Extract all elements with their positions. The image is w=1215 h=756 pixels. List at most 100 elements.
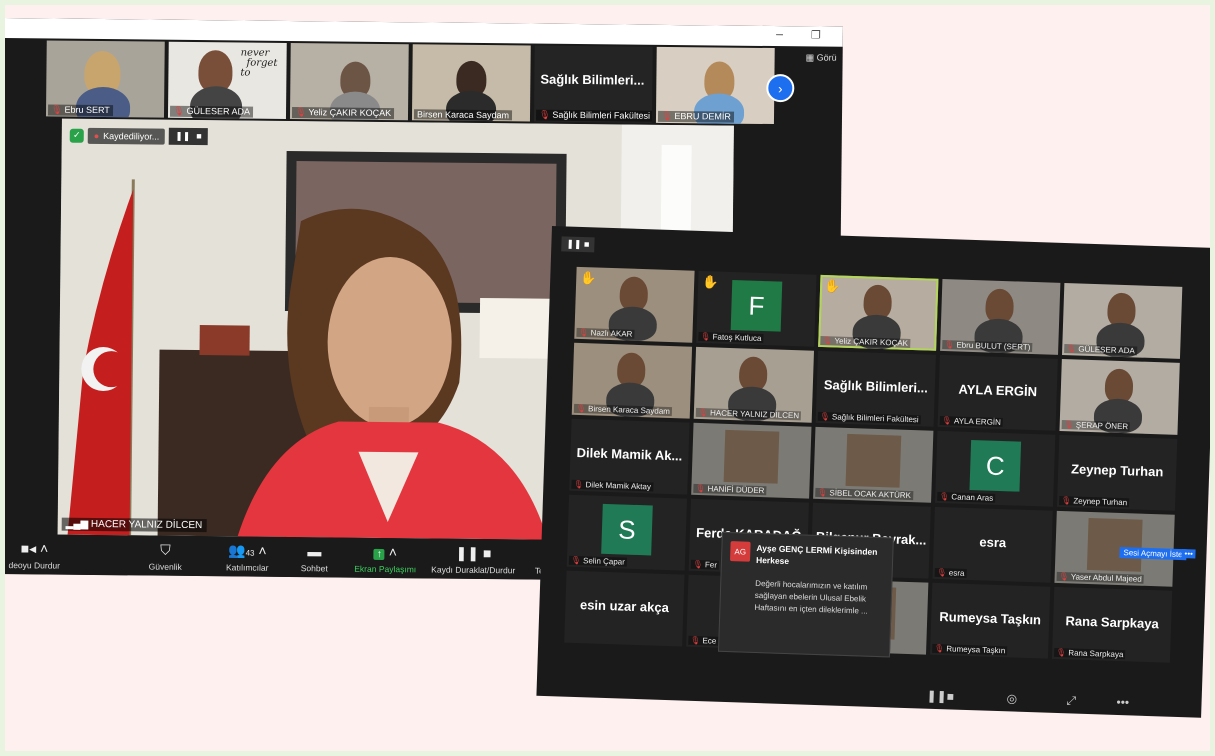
participant-tile[interactable]: Rumeysa Taşkın 🎙 Rumeysa Taşkın [929, 582, 1051, 659]
participant-name: 🎙 SİBEL OCAK AKTÜRK [815, 487, 914, 501]
participant-name: 🎙 Selin Çapar [568, 555, 628, 567]
more-icon[interactable]: ••• [1116, 695, 1129, 709]
participant-name: 🎙 esra [934, 567, 967, 578]
gallery-toolbar: ❚❚■ ◎ ⤢ ••• [536, 676, 1201, 718]
participant-name: 🎙 Fer [690, 559, 720, 570]
mic-muted-icon: 🎙 [817, 487, 828, 498]
poster-text: never forget to [240, 47, 278, 79]
pause-stop-recording-button[interactable]: ❚❚ ■ Kaydı Duraklat/Durdur [423, 542, 523, 576]
mic-muted-icon: 🎙 [822, 336, 833, 346]
chat-sender: Ayşe GENÇ LERMİ Kişisinden Herkese [755, 542, 878, 567]
participant-tile[interactable]: Rana Sarpkaya 🎙 Rana Sarpkaya [1051, 586, 1173, 663]
mic-muted-icon: 🎙 [294, 107, 307, 118]
participant-name: 🎙 ŞERAP ÖNER [1061, 420, 1131, 432]
participant-tile[interactable]: 🎙 Ebru BULUT (SERT) [940, 278, 1061, 355]
pause-recording-button[interactable]: ❚❚ [175, 131, 190, 142]
share-screen-button[interactable]: ↑ ˄ Ekran Paylaşımı [349, 542, 421, 575]
participant-display-name: Rumeysa Taşkın [939, 609, 1042, 628]
participant-tile[interactable]: esra 🎙 esra [932, 506, 1053, 583]
minimize-button[interactable]: − [775, 28, 784, 41]
mic-muted-icon: 🎙 [1066, 344, 1077, 354]
participant-tile[interactable]: AYLA ERGİN 🎙 AYLA ERGİN [937, 354, 1058, 431]
mic-muted-icon: 🎙 [692, 559, 704, 570]
participant-name: 🎙 AYLA ERGİN [939, 415, 1004, 428]
thumbnail-tile[interactable]: never forget to 🎙 GÜLESER ADA [167, 41, 287, 119]
chat-notification[interactable]: AG Ayşe GENÇ LERMİ Kişisinden Herkese De… [717, 531, 894, 658]
mic-muted-icon: 🎙 [695, 483, 706, 494]
participant-tile[interactable]: ✋ 🎙 Nazlı AKAR [574, 266, 695, 343]
participant-name: 🎙 Ebru SERT [47, 104, 113, 117]
avatar: F [730, 280, 783, 332]
participants-button[interactable]: 👥43 ˄ Katılımcılar [209, 540, 285, 573]
reactions-icon[interactable]: ◎ [1006, 691, 1017, 705]
signal-icon: ▂▄▆ [65, 518, 92, 530]
raised-hand-icon: ✋ [701, 274, 719, 290]
participant-name: 🎙 HANİFİ DÜDER [693, 483, 767, 496]
mic-muted-icon: 🎙 [941, 416, 953, 426]
profile-photo [845, 433, 902, 488]
participant-tile[interactable]: 🎙 HANİFİ DÜDER [691, 422, 812, 499]
thumbnail-tile[interactable]: Sağlık Bilimleri... 🎙 Sağlık Bilimleri Fa… [533, 45, 653, 123]
participant-name: Birsen Karaca Saydam [413, 109, 513, 121]
participant-name: 🎙 GÜLESER ADA [169, 105, 254, 118]
participant-display-name: esin uzar akça [579, 597, 670, 616]
stop-video-button[interactable]: ■◂ ˄ deoyu Durdur [3, 538, 65, 571]
participant-tile[interactable]: 🎙 Birsen Karaca Saydam [571, 342, 693, 419]
chat-icon: ▬ [307, 543, 322, 560]
participant-display-name: Sağlık Bilimleri... [823, 377, 929, 396]
more-options-button[interactable]: ••• [1181, 549, 1197, 559]
participant-name: 🎙 EBRU DEMİR [657, 110, 735, 123]
participant-tile[interactable]: 🎙 HACER YALNIZ DİLCEN [693, 346, 815, 423]
participant-tile[interactable]: Dilek Mamik Ak... 🎙 Dilek Mamik Aktay [569, 418, 690, 495]
mic-muted-icon: 🎙 [690, 635, 701, 646]
shield-icon: ⛉ [160, 541, 171, 558]
thumbnail-tile[interactable]: 🎙 Ebru SERT [45, 40, 165, 118]
thumbnail-tile[interactable]: 🎙 Yeliz ÇAKIR KOÇAK [289, 42, 409, 121]
gallery-view-button[interactable]: ▦ Görü [806, 52, 837, 63]
participant-tile[interactable]: Zeynep Turhan 🎙 Zeynep Turhan [1056, 434, 1178, 511]
participant-tile[interactable]: ✋ 🎙 Yeliz ÇAKIR KOÇAK [818, 274, 939, 351]
restore-button[interactable]: ❐ [811, 28, 821, 41]
participant-name: 🎙 Sağlık Bilimleri Fakültesi [817, 411, 921, 425]
mic-muted-icon: 🎙 [697, 407, 709, 418]
record-icon: ❚❚ ■ [455, 544, 492, 562]
avatar: S [601, 503, 653, 556]
participant-tile[interactable]: C 🎙 Canan Aras [935, 430, 1056, 507]
participant-name: 🎙 HACER YALNIZ DİLCEN [695, 407, 802, 421]
participant-tile[interactable]: Sağlık Bilimleri... 🎙 Sağlık Bilimleri Fak… [815, 350, 936, 427]
avatar: AG [729, 541, 751, 562]
gallery-view-label: Görü [816, 52, 837, 63]
participant-tile[interactable]: 🎙 GÜLESER ADA [1062, 283, 1183, 359]
speaker-name-label: ▂▄▆ HACER YALNIZ DİLCEN [61, 517, 207, 533]
participant-name: 🎙 Nazlı AKAR [576, 327, 635, 339]
record-icon[interactable]: ❚❚■ [926, 689, 954, 704]
participant-tile[interactable]: F ✋ 🎙 Fatoş Kutluca [696, 270, 817, 347]
thumbnail-strip: 🎙 Ebru SERT never forget to 🎙 GÜLESER ADA … [45, 40, 775, 125]
recording-label: Kaydediliyor... [103, 130, 160, 142]
participant-tile[interactable]: S 🎙 Selin Çapar [566, 494, 688, 571]
mic-muted-icon: 🎙 [936, 567, 948, 578]
next-page-button[interactable]: › [766, 73, 795, 103]
security-button[interactable]: ⛉ Güvenlik [134, 539, 196, 572]
participant-name: 🎙 Yeliz ÇAKIR KOÇAK [291, 107, 395, 120]
mic-muted-icon: 🎙 [1063, 420, 1074, 430]
stop-recording-button[interactable]: ■ [196, 131, 202, 142]
chevron-right-icon: › [778, 80, 783, 96]
fullscreen-icon[interactable]: ⤢ [1066, 693, 1076, 708]
participant-name: 🎙 Rumeysa Taşkın [932, 643, 1008, 656]
thumbnail-tile[interactable]: Birsen Karaca Saydam [411, 44, 531, 122]
participant-name: 🎙 Canan Aras [937, 491, 996, 503]
recording-controls[interactable]: ❚❚ ■ [561, 236, 595, 253]
thumbnail-tile[interactable]: 🎙 EBRU DEMİR [655, 46, 775, 125]
participant-tile[interactable]: esin uzar akça [564, 570, 685, 647]
profile-photo [723, 429, 780, 484]
share-icon: ↑ ˄ [349, 542, 421, 563]
ask-to-unmute-button[interactable]: Sesi Açmayı İste [1119, 546, 1187, 561]
mic-muted-icon: 🎙 [819, 411, 831, 422]
participant-name: 🎙 Rana Sarpkaya [1053, 647, 1126, 660]
participant-count: 43 [245, 548, 255, 558]
chat-button[interactable]: ▬ Sohbet [289, 541, 339, 574]
participant-tile[interactable]: 🎙 SİBEL OCAK AKTÜRK [813, 426, 934, 503]
participant-name: 🎙 Fatoş Kutluca [698, 331, 764, 344]
participant-tile[interactable]: 🎙 ŞERAP ÖNER [1059, 358, 1180, 435]
